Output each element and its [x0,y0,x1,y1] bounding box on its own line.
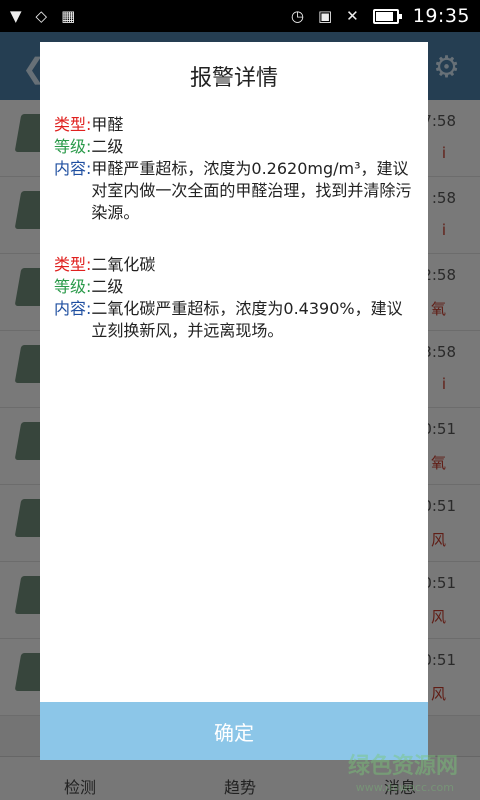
image-icon: ▦ [61,7,76,25]
alarm-detail-dialog: 报警详情 类型: 甲醛 等级: 二级 内容: 甲醛严重超标，浓度为0.2620m… [40,42,428,760]
alert-item: 类型: 甲醛 等级: 二级 内容: 甲醛严重超标，浓度为0.2620mg/m³，… [54,114,414,224]
type-label: 类型: [54,255,92,274]
alert-level-row: 等级: 二级 [54,136,414,158]
dialog-title: 报警详情 [189,66,278,91]
alert-list: 类型: 甲醛 等级: 二级 内容: 甲醛严重超标，浓度为0.2620mg/m³，… [54,114,414,372]
content-label: 内容: [54,159,92,178]
alert-item: 类型: 二氧化碳 等级: 二级 内容: 二氧化碳严重超标，浓度为0.4390%，… [54,254,414,342]
status-bar-left: ▼ ◇ ▦ [0,7,85,25]
alert-type-row: 类型: 甲醛 [54,114,414,136]
content-value: 甲醛严重超标，浓度为0.2620mg/m³，建议对室内做一次全面的甲醛治理，找到… [91,159,412,222]
alert-type-row: 类型: 二氧化碳 [54,254,414,276]
content-value: 二氧化碳严重超标，浓度为0.4390%，建议立刻换新风，并远离现场。 [91,299,403,340]
diamond-icon: ◇ [35,7,48,25]
sim-icon: ✕ [346,7,359,25]
level-label: 等级: [54,277,92,296]
level-label: 等级: [54,137,92,156]
content-label: 内容: [54,299,92,318]
alert-content-row: 内容: 甲醛严重超标，浓度为0.2620mg/m³，建议对室内做一次全面的甲醛治… [54,158,414,224]
battery-icon [372,8,402,24]
status-bar-right: ◷ ▣ ✕ 19:35 [281,5,480,27]
level-value: 二级 [91,277,124,296]
shield-icon: ▼ [10,7,22,25]
alert-content-row: 内容: 二氧化碳严重超标，浓度为0.4390%，建议立刻换新风，并远离现场。 [54,298,414,342]
alert-level-row: 等级: 二级 [54,276,414,298]
signal-icon: ▣ [317,7,333,25]
status-bar: ▼ ◇ ▦ ◷ ▣ ✕ 19:35 [0,0,480,32]
alarm-icon: ◷ [290,7,304,25]
type-value: 二氧化碳 [91,255,156,274]
level-value: 二级 [91,137,124,156]
type-label: 类型: [54,115,92,134]
watermark: 绿色资源网 [347,754,458,779]
clock: 19:35 [412,5,470,27]
type-value: 甲醛 [91,115,124,134]
watermark-url: www.downcc.com [355,781,454,794]
